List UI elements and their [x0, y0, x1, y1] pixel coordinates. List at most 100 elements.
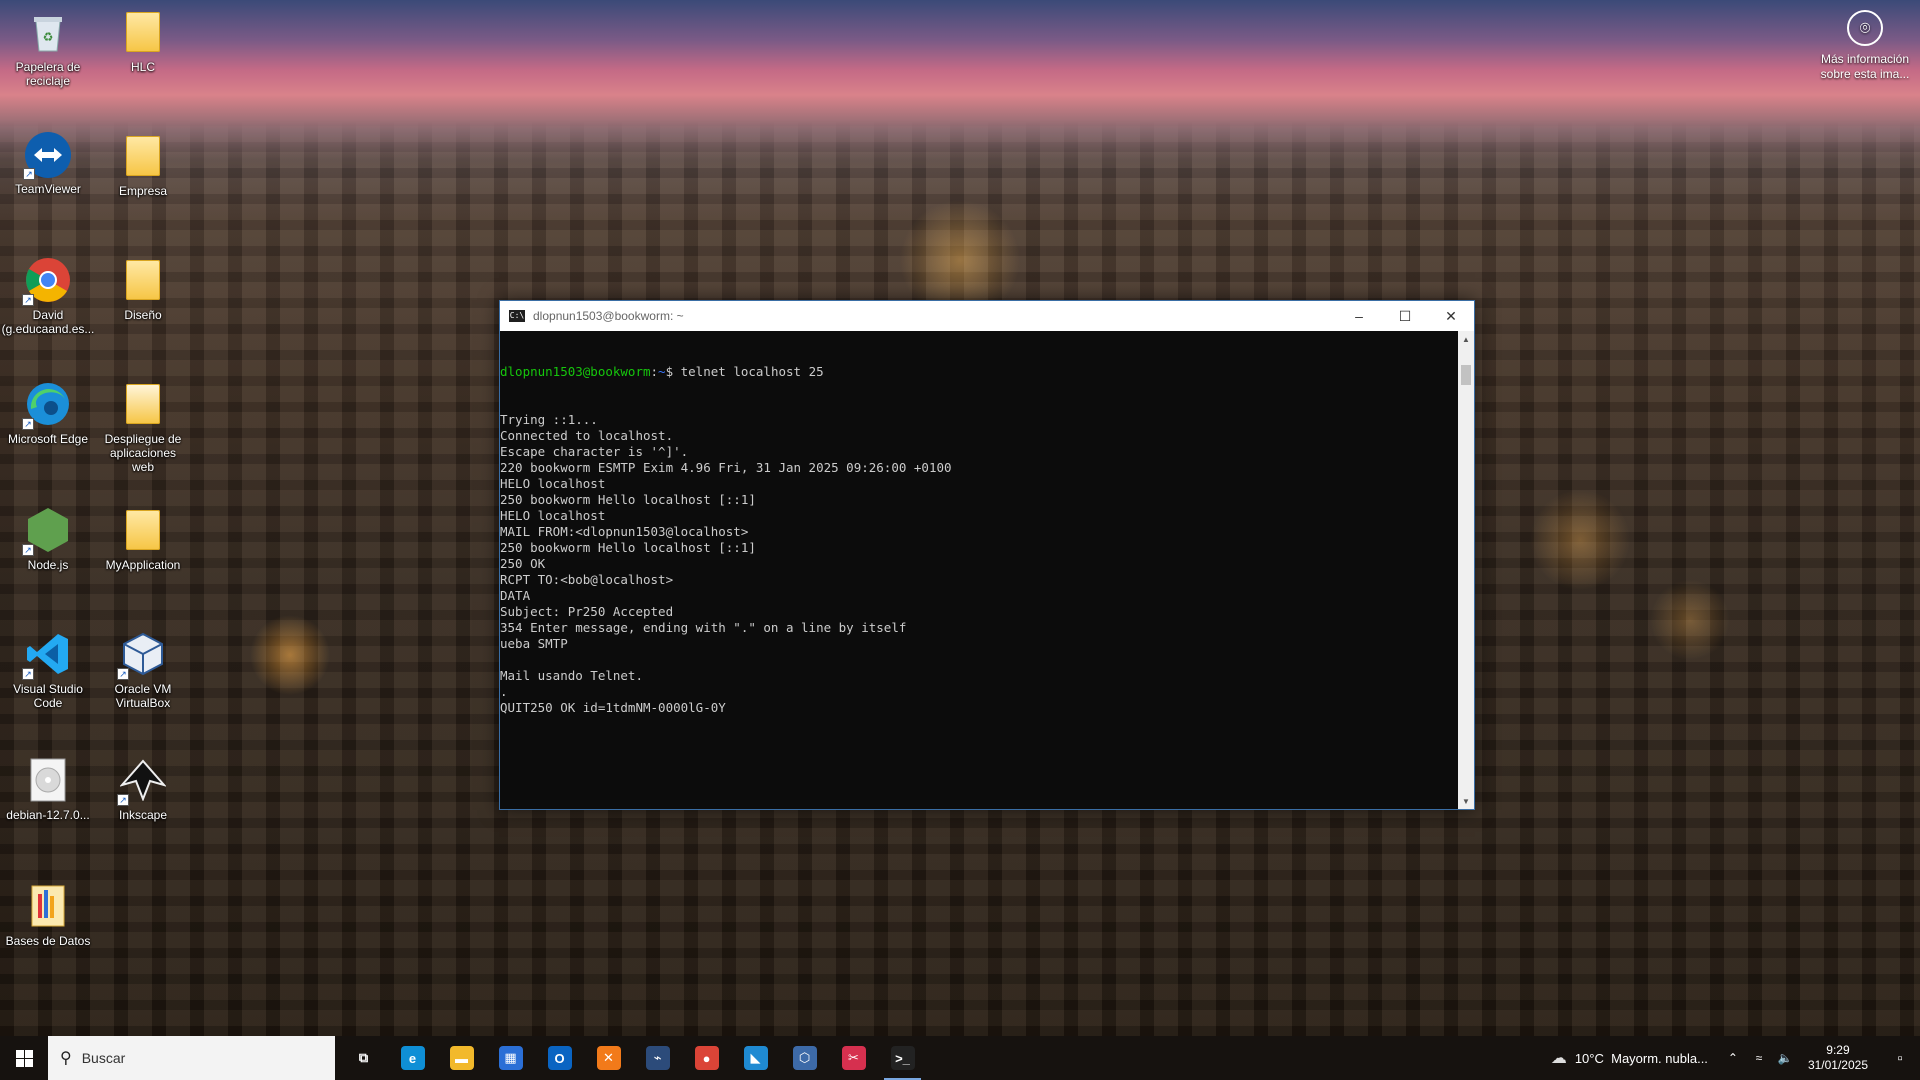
- folder-icon: ▬: [449, 1046, 474, 1070]
- desktop-icon-label: MyApplication: [105, 558, 181, 572]
- desktop-icon-virtualbox[interactable]: ↗ Oracle VM VirtualBox: [100, 630, 186, 710]
- desktop-icon-label: Papelera de reciclaje: [15, 60, 81, 88]
- start-button[interactable]: [0, 1036, 48, 1080]
- desktop-icon-label: Node.js: [27, 558, 69, 572]
- shortcut-arrow-icon: ↗: [22, 668, 34, 680]
- workbench-icon: ⌁: [645, 1046, 670, 1070]
- folder-icon: [119, 132, 167, 180]
- terminal-window[interactable]: C:\ dlopnun1503@bookworm: ~ – ☐ ✕ dlopnu…: [499, 300, 1475, 810]
- taskbar-search-box[interactable]: ⚲ Buscar: [48, 1036, 335, 1080]
- taskbar-app-terminal[interactable]: >_: [878, 1036, 927, 1080]
- spotlight-info[interactable]: ⌾ Más información sobre esta ima...: [1810, 10, 1920, 82]
- taskbar-clock[interactable]: 9:29 31/01/2025: [1808, 1043, 1868, 1073]
- camera-info-icon: ⌾: [1847, 10, 1883, 46]
- scrollbar-thumb[interactable]: [1461, 365, 1471, 385]
- terminal-line: QUIT250 OK id=1tdmNM-0000lG-0Y: [500, 700, 726, 715]
- teamviewer-icon: ↗: [23, 132, 71, 180]
- taskbar-app-edge[interactable]: e: [388, 1036, 437, 1080]
- terminal-line: DATA: [500, 588, 531, 603]
- clock-date: 31/01/2025: [1807, 1058, 1868, 1072]
- svg-text:♻: ♻: [43, 30, 54, 44]
- desktop-icon-hlc[interactable]: HLC: [100, 8, 186, 74]
- desktop-icon-edge[interactable]: ↗ Microsoft Edge: [5, 380, 91, 446]
- shortcut-arrow-icon: ↗: [117, 668, 129, 680]
- shortcut-arrow-icon: ↗: [23, 168, 35, 180]
- snipping-icon: ✂: [841, 1046, 866, 1070]
- command-text: telnet localhost 25: [673, 364, 824, 379]
- terminal-line: ueba SMTP: [500, 636, 568, 651]
- inkscape-icon: ↗: [117, 756, 167, 806]
- database-folder-icon: [24, 882, 72, 930]
- notification-center-icon[interactable]: ▫: [1880, 1050, 1920, 1067]
- prompt-user: dlopnun1503@bookworm: [500, 364, 651, 379]
- desktop-icon-bases-de-datos[interactable]: Bases de Datos: [5, 882, 91, 948]
- desktop-icon-debian-iso[interactable]: debian-12.7.0...: [5, 756, 91, 822]
- terminal-line: .: [500, 684, 508, 699]
- terminal-line: 250 bookworm Hello localhost [::1]: [500, 492, 756, 507]
- desktop-icon-teamviewer[interactable]: ↗ TeamViewer: [5, 132, 91, 196]
- taskbar-app-microsoft-store[interactable]: ▦: [486, 1036, 535, 1080]
- chevron-up-icon[interactable]: ⌃: [1722, 1051, 1744, 1065]
- prompt-path: ~: [658, 364, 666, 379]
- taskbar-app-snipping-tool[interactable]: ✂: [829, 1036, 878, 1080]
- folder-icon: [119, 8, 167, 56]
- desktop-icon-despliegue[interactable]: Despliegue de aplicaciones web: [100, 380, 186, 474]
- vscode-icon: ↗: [22, 630, 72, 680]
- scroll-down-arrow-icon[interactable]: ▼: [1458, 793, 1474, 809]
- nodejs-icon: ↗: [22, 506, 72, 556]
- cloud-icon: ☁: [1550, 1050, 1567, 1067]
- taskbar-app-vscode[interactable]: ◣: [731, 1036, 780, 1080]
- desktop-icon-label: Microsoft Edge: [7, 432, 89, 446]
- taskbar-app-virtualbox[interactable]: ⬡: [780, 1036, 829, 1080]
- shortcut-arrow-icon: ↗: [22, 418, 34, 430]
- taskbar-app-mysql-workbench[interactable]: ⌁: [633, 1036, 682, 1080]
- desktop-icon-vscode[interactable]: ↗ Visual Studio Code: [5, 630, 91, 710]
- terminal-line: 250 OK: [500, 556, 546, 571]
- taskbar-app-xampp[interactable]: ✕: [584, 1036, 633, 1080]
- prompt-symbol: $: [665, 364, 674, 379]
- wifi-icon[interactable]: ≈: [1748, 1051, 1770, 1065]
- desktop-icon-label: Diseño: [124, 308, 162, 322]
- chrome-icon: ●: [694, 1046, 719, 1070]
- desktop-icon-nodejs[interactable]: ↗ Node.js: [5, 506, 91, 572]
- close-button[interactable]: ✕: [1428, 301, 1474, 331]
- terminal-line: 220 bookworm ESMTP Exim 4.96 Fri, 31 Jan…: [500, 460, 952, 475]
- desktop-icon-label: Inkscape: [118, 808, 168, 822]
- disc-image-icon: [24, 756, 72, 804]
- maximize-button[interactable]: ☐: [1382, 301, 1428, 331]
- desktop-icon-inkscape[interactable]: ↗ Inkscape: [100, 756, 186, 822]
- system-tray: ☁ 10°C Mayorm. nubla... ⌃ ≈ 🔈 9:29 31/01…: [1551, 1036, 1920, 1080]
- taskbar: ⚲ Buscar ⧉ e ▬ ▦ O ✕ ⌁ ● ◣ ⬡ ✂ >_ ☁ 10°C Mayorm. nu…: [0, 1036, 1920, 1080]
- taskbar-app-file-explorer[interactable]: ▬: [437, 1036, 486, 1080]
- desktop-icon-empresa[interactable]: Empresa: [100, 132, 186, 198]
- virtualbox-icon: ↗: [117, 630, 167, 680]
- vertical-scrollbar[interactable]: ▲ ▼: [1458, 331, 1474, 809]
- taskbar-app-chrome[interactable]: ●: [682, 1036, 731, 1080]
- terminal-line: Trying ::1...: [500, 412, 598, 427]
- weather-widget[interactable]: ☁ 10°C Mayorm. nubla...: [1551, 1048, 1708, 1068]
- edge-icon: ↗: [22, 380, 72, 430]
- spotlight-info-label: Más información sobre esta ima...: [1820, 52, 1910, 81]
- desktop-icon-label: HLC: [130, 60, 155, 74]
- speaker-muted-icon[interactable]: 🔈: [1774, 1051, 1796, 1065]
- desktop-icon-chrome-profile[interactable]: ↗ David (g.educaand.es...: [2, 256, 94, 336]
- outlook-icon: O: [547, 1046, 572, 1070]
- desktop-icon-label: Bases de Datos: [5, 934, 91, 948]
- vscode-icon: ◣: [743, 1046, 768, 1070]
- terminal-output[interactable]: dlopnun1503@bookworm:~$ telnet localhost…: [500, 331, 1458, 809]
- search-icon: ⚲: [60, 1050, 72, 1067]
- taskbar-app-outlook[interactable]: O: [535, 1036, 584, 1080]
- terminal-line: Mail usando Telnet.: [500, 668, 643, 683]
- window-titlebar[interactable]: C:\ dlopnun1503@bookworm: ~ – ☐ ✕: [500, 301, 1474, 331]
- store-icon: ▦: [498, 1046, 523, 1070]
- desktop-icon-myapplication[interactable]: MyApplication: [100, 506, 186, 572]
- desktop-icon-recycle-bin[interactable]: ♻ Papelera de reciclaje: [5, 8, 91, 88]
- desktop-icon-diseno[interactable]: Diseño: [100, 256, 186, 322]
- desktop-icon-label: David (g.educaand.es...: [1, 308, 95, 336]
- terminal-icon: >_: [890, 1046, 915, 1070]
- folder-icon: [119, 506, 167, 554]
- minimize-button[interactable]: –: [1336, 301, 1382, 331]
- xampp-icon: ✕: [596, 1046, 621, 1070]
- scroll-up-arrow-icon[interactable]: ▲: [1458, 331, 1474, 347]
- taskbar-app-task-view[interactable]: ⧉: [339, 1036, 388, 1080]
